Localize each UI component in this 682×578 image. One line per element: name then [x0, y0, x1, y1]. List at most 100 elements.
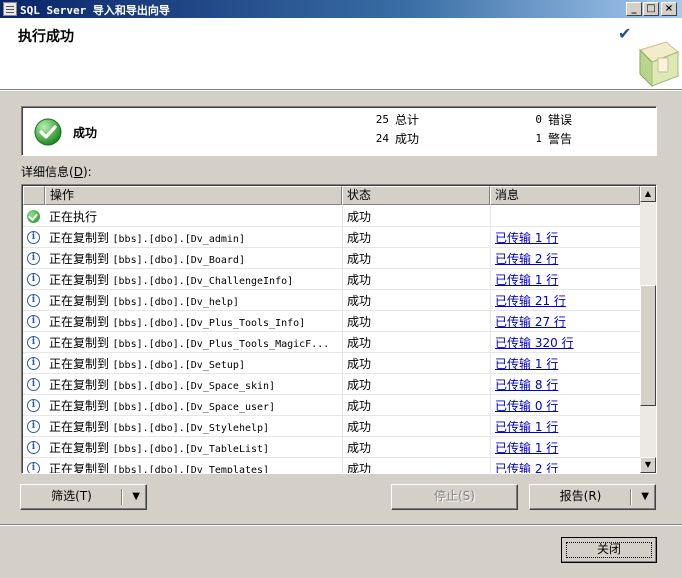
error-label: 错误: [548, 113, 573, 127]
filter-button[interactable]: 筛选(T) ▼: [20, 484, 147, 510]
operation-cell: 正在复制到 [bbs].[dbo].[Dv_Plus_Tools_Info]: [49, 315, 306, 329]
status-cell: 成功: [347, 336, 372, 350]
message-link[interactable]: 已传输 8 行: [495, 376, 558, 393]
grid-header-operation[interactable]: 操作: [45, 186, 342, 205]
chevron-down-icon: ▼: [132, 491, 140, 502]
window-title: SQL Server 导入和导出向导: [20, 4, 170, 17]
warning-label: 警告: [548, 132, 573, 146]
table-row[interactable]: 正在执行 成功: [23, 206, 640, 227]
operation-cell: 正在复制到 [bbs].[dbo].[Dv_admin]: [49, 231, 245, 245]
table-row[interactable]: i 正在复制到 [bbs].[dbo].[Dv_Setup] 成功 已传输 1 行: [23, 353, 640, 374]
status-cell: 成功: [347, 462, 372, 474]
message-link[interactable]: 已传输 1 行: [495, 271, 558, 288]
summary-panel: 成功 25 总计 24 成功 0 错误 1 警告: [21, 106, 657, 156]
message-link[interactable]: 已传输 1 行: [495, 229, 558, 246]
success-icon: [34, 118, 62, 146]
close-button[interactable]: 关闭: [561, 537, 657, 563]
message-link[interactable]: 已传输 1 行: [495, 439, 558, 456]
wizard-header: 执行成功 ✔: [0, 18, 682, 90]
operation-cell: 正在复制到 [bbs].[dbo].[Dv_Setup]: [49, 357, 245, 371]
info-icon: i: [27, 273, 40, 286]
table-row[interactable]: i 正在复制到 [bbs].[dbo].[Dv_Space_skin] 成功 已传输 …: [23, 374, 640, 395]
message-link[interactable]: 已传输 0 行: [495, 397, 558, 414]
status-cell: 成功: [347, 210, 372, 224]
info-icon: i: [27, 231, 40, 244]
info-icon: i: [27, 315, 40, 328]
success-icon: [27, 210, 40, 223]
operation-cell: 正在复制到 [bbs].[dbo].[Dv_Board]: [49, 252, 245, 266]
stop-button-label: 停止(S): [434, 489, 475, 503]
status-cell: 成功: [347, 357, 372, 371]
operation-cell: 正在复制到 [bbs].[dbo].[Dv_Space_user]: [49, 399, 276, 413]
table-row[interactable]: i 正在复制到 [bbs].[dbo].[Dv_Stylehelp] 成功 已传输 1…: [23, 416, 640, 437]
operation-cell: 正在复制到 [bbs].[dbo].[Dv_ChallengeInfo]: [49, 273, 294, 287]
message-link[interactable]: 已传输 27 行: [495, 313, 566, 330]
message-link[interactable]: 已传输 1 行: [495, 418, 558, 435]
table-row[interactable]: i 正在复制到 [bbs].[dbo].[Dv_admin] 成功 已传输 1 行: [23, 227, 640, 248]
grid-header-icon[interactable]: [23, 186, 45, 205]
operation-cell: 正在复制到 [bbs].[dbo].[Dv_help]: [49, 294, 239, 308]
table-row[interactable]: i 正在复制到 [bbs].[dbo].[Dv_Board] 成功 已传输 2 行: [23, 248, 640, 269]
title-bar: SQL Server 导入和导出向导 _ □ ×: [0, 0, 682, 18]
message-link[interactable]: 已传输 21 行: [495, 292, 566, 309]
maximize-button[interactable]: □: [643, 2, 659, 16]
info-icon: i: [27, 252, 40, 265]
wizard-logo-icon: [639, 41, 679, 88]
info-icon: i: [27, 420, 40, 433]
details-grid[interactable]: 操作 状态 消息 正在执行 成功 i 正在复制到 [bbs].[dbo].[Dv_ad…: [21, 184, 657, 474]
operation-cell: 正在复制到 [bbs].[dbo].[Dv_Stylehelp]: [49, 420, 270, 434]
table-row[interactable]: i 正在复制到 [bbs].[dbo].[Dv_Space_user] 成功 已传输 …: [23, 395, 640, 416]
table-row[interactable]: i 正在复制到 [bbs].[dbo].[Dv_Templates] 成功 已传输 2…: [23, 458, 640, 474]
scroll-up-button[interactable]: ▲: [640, 186, 656, 202]
chevron-down-icon: ▼: [641, 491, 649, 502]
scroll-thumb[interactable]: [640, 285, 656, 406]
error-count: 0: [535, 113, 542, 126]
footer-separator: [0, 524, 682, 526]
page-title: 执行成功: [18, 29, 74, 45]
info-icon: i: [27, 336, 40, 349]
total-count: 25: [375, 113, 389, 126]
warning-count: 1: [535, 132, 542, 145]
operation-cell: 正在执行: [49, 210, 98, 224]
table-row[interactable]: i 正在复制到 [bbs].[dbo].[Dv_Plus_Tools_MagicF…: [23, 332, 640, 353]
grid-header-message[interactable]: 消息: [490, 186, 640, 205]
report-button-label: 报告(R): [559, 489, 602, 503]
operation-cell: 正在复制到 [bbs].[dbo].[Dv_Space_skin]: [49, 378, 276, 392]
grid-rows: 正在执行 成功 i 正在复制到 [bbs].[dbo].[Dv_admin] 成功 已传输…: [23, 206, 640, 474]
operation-cell: 正在复制到 [bbs].[dbo].[Dv_Templates]: [49, 462, 270, 474]
status-cell: 成功: [347, 294, 372, 308]
grid-header-status[interactable]: 状态: [342, 186, 490, 205]
status-cell: 成功: [347, 252, 372, 266]
summary-status: 成功: [73, 126, 98, 140]
status-cell: 成功: [347, 399, 372, 413]
app-icon: [3, 2, 17, 16]
table-row[interactable]: i 正在复制到 [bbs].[dbo].[Dv_help] 成功 已传输 21 行: [23, 290, 640, 311]
close-window-button[interactable]: ×: [661, 2, 677, 16]
info-icon: i: [27, 378, 40, 391]
status-cell: 成功: [347, 420, 372, 434]
scroll-down-button[interactable]: ▼: [640, 457, 656, 473]
status-cell: 成功: [347, 441, 372, 455]
details-label: 详细信息(D):: [21, 165, 92, 179]
message-link[interactable]: 已传输 2 行: [495, 250, 558, 267]
header-separator: [0, 90, 682, 91]
message-link[interactable]: 已传输 2 行: [495, 460, 558, 473]
operation-cell: 正在复制到 [bbs].[dbo].[Dv_TableList]: [49, 441, 270, 455]
operation-cell: 正在复制到 [bbs].[dbo].[Dv_Plus_Tools_MagicF.…: [49, 336, 330, 350]
info-icon: i: [27, 399, 40, 412]
minimize-button[interactable]: _: [626, 2, 642, 16]
success-count: 24: [375, 132, 389, 145]
table-row[interactable]: i 正在复制到 [bbs].[dbo].[Dv_Plus_Tools_Info] 成…: [23, 311, 640, 332]
report-button[interactable]: 报告(R) ▼: [529, 484, 656, 510]
info-icon: i: [27, 441, 40, 454]
message-link[interactable]: 已传输 320 行: [495, 334, 574, 351]
stop-button[interactable]: 停止(S): [391, 484, 518, 510]
table-row[interactable]: i 正在复制到 [bbs].[dbo].[Dv_TableList] 成功 已传输 1…: [23, 437, 640, 458]
grid-header: 操作 状态 消息: [23, 186, 640, 205]
message-link[interactable]: 已传输 1 行: [495, 355, 558, 372]
table-row[interactable]: i 正在复制到 [bbs].[dbo].[Dv_ChallengeInfo] 成功 已…: [23, 269, 640, 290]
success-label: 成功: [395, 132, 420, 146]
status-cell: 成功: [347, 378, 372, 392]
info-icon: i: [27, 462, 40, 473]
vertical-scrollbar[interactable]: ▲ ▼: [640, 186, 656, 473]
